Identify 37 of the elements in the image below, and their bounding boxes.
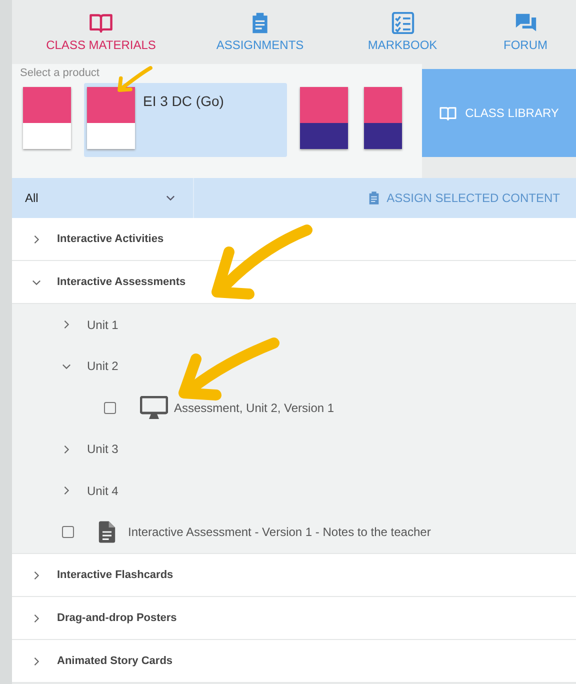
product-option[interactable]: EI 3 DC (Go) xyxy=(84,83,287,157)
monitor-icon xyxy=(140,396,168,420)
document-icon xyxy=(98,521,116,544)
category-label: Interactive Assessments xyxy=(57,276,186,288)
resource-label[interactable]: Interactive Assessment - Version 1 - Notes to the teacher xyxy=(128,525,431,540)
clipboard-icon xyxy=(366,190,381,206)
product-cover-drawing xyxy=(87,87,135,149)
category-label: Drag-and-drop Posters xyxy=(57,612,177,624)
category-row[interactable]: Interactive Assessments xyxy=(12,261,576,304)
category-row[interactable]: Drag-and-drop Posters xyxy=(12,597,576,640)
resource-label[interactable]: Assessment, Unit 2, Version 1 xyxy=(174,400,334,415)
category-label: Interactive Flashcards xyxy=(57,569,174,581)
product-picker-label: Select a product xyxy=(20,67,100,79)
chevron-right-icon[interactable] xyxy=(62,444,71,454)
caret-icon xyxy=(166,195,175,201)
chat-icon xyxy=(514,12,538,34)
chevron-right-icon[interactable] xyxy=(62,486,71,496)
product-cover-drawing xyxy=(23,87,71,149)
category-label: Animated Story Cards xyxy=(57,655,173,667)
unit-label[interactable]: Unit 1 xyxy=(87,318,118,332)
product-cover-drawing xyxy=(300,87,348,149)
product-cover-drawing xyxy=(364,87,402,149)
unit-label[interactable]: Unit 2 xyxy=(87,359,118,374)
category-row[interactable]: Animated Story Cards xyxy=(12,640,576,683)
category-label: Interactive Activities xyxy=(57,233,164,245)
book-icon xyxy=(439,106,458,120)
chevron-down-icon[interactable] xyxy=(62,362,71,371)
chevron-right-icon[interactable] xyxy=(62,320,71,330)
checkbox[interactable] xyxy=(62,526,74,538)
unit-label[interactable]: Unit 3 xyxy=(87,442,118,456)
checklist-icon xyxy=(390,12,414,34)
category-row[interactable]: Interactive Flashcards xyxy=(12,554,576,597)
book-icon xyxy=(89,12,113,34)
nav-tab[interactable]: CLASS MATERIALS xyxy=(12,0,190,64)
checkbox[interactable] xyxy=(104,402,116,414)
category-row[interactable]: Interactive Activities xyxy=(12,218,576,261)
unit-label[interactable]: Unit 4 xyxy=(87,484,118,498)
